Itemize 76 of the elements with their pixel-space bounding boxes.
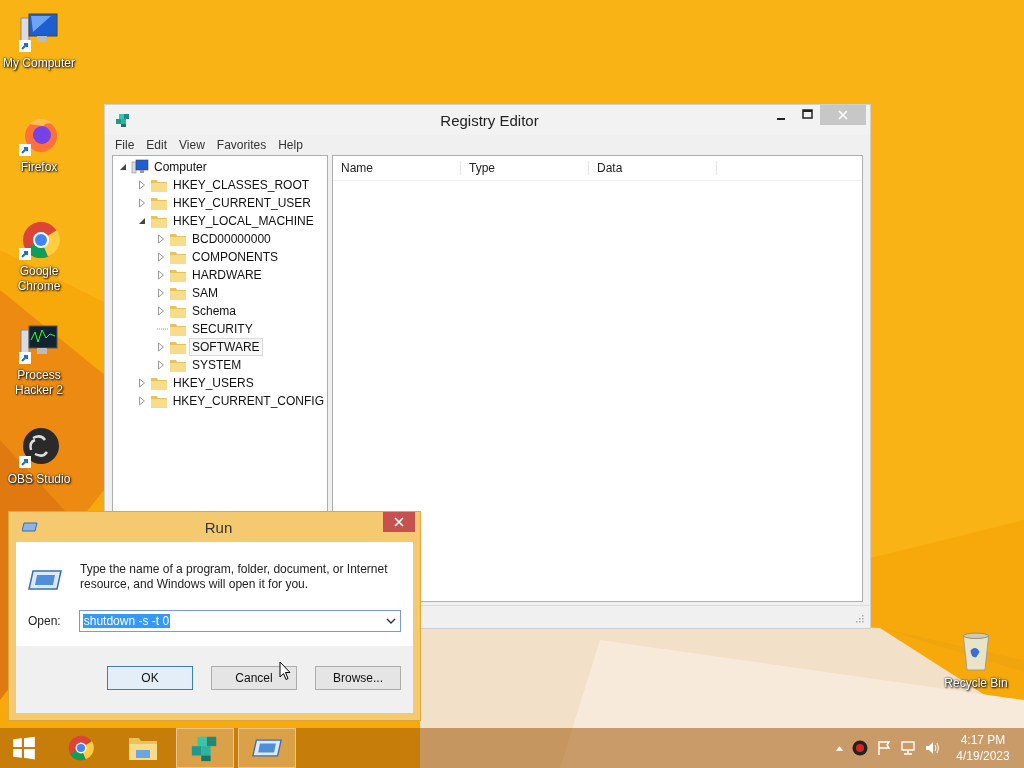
tree-item[interactable]: SECURITY <box>189 320 256 338</box>
expand-icon[interactable] <box>138 198 146 208</box>
tree-item[interactable]: Schema <box>189 302 240 320</box>
clock-time: 4:17 PM <box>960 732 1006 748</box>
tree-item[interactable]: SAM <box>189 284 221 302</box>
clock-date: 4/19/2023 <box>956 748 1010 764</box>
folder-icon <box>150 375 168 391</box>
mouse-cursor-icon <box>279 661 291 681</box>
chrome-icon <box>66 733 96 763</box>
expand-icon[interactable] <box>138 396 146 406</box>
caret-icon[interactable] <box>835 745 844 751</box>
computer-icon <box>131 159 149 175</box>
tree-item[interactable]: SOFTWARE <box>189 338 263 356</box>
folder-icon <box>169 285 187 301</box>
column-header[interactable]: Name <box>333 161 461 175</box>
run-window-icon <box>28 568 62 592</box>
menu-item[interactable]: View <box>173 138 211 152</box>
column-header[interactable]: Data <box>589 161 717 175</box>
network-icon[interactable] <box>900 740 916 756</box>
window-title: Run <box>203 518 234 536</box>
obs-icon[interactable] <box>17 426 61 470</box>
folder-icon <box>169 231 187 247</box>
folder-icon <box>169 249 187 265</box>
taskbar-button[interactable] <box>176 728 234 768</box>
tree-item[interactable]: HKEY_CLASSES_ROOT <box>170 176 313 194</box>
close-icon[interactable] <box>383 512 415 532</box>
tree-item[interactable]: HKEY_LOCAL_MACHINE <box>170 212 317 230</box>
folder-icon <box>169 357 187 373</box>
expand-icon[interactable] <box>157 306 165 316</box>
tree-item[interactable]: COMPONENTS <box>189 248 281 266</box>
windows-logo-icon <box>11 735 37 761</box>
expand-icon[interactable] <box>157 288 165 298</box>
folder-icon <box>149 393 168 409</box>
dialog-button[interactable]: Browse... <box>315 666 401 690</box>
column-header[interactable]: Type <box>461 161 589 175</box>
obs-icon[interactable] <box>852 740 868 756</box>
expand-icon[interactable] <box>157 234 165 244</box>
tree-item[interactable]: BCD00000000 <box>189 230 274 248</box>
tree-item[interactable]: HKEY_CURRENT_USER <box>170 194 315 212</box>
folder-icon <box>169 321 187 337</box>
folder-icon <box>150 213 168 229</box>
monitor-graph-icon[interactable] <box>17 322 61 366</box>
tree-item[interactable]: HKEY_CURRENT_CONFIG <box>169 392 327 410</box>
expand-icon[interactable] <box>157 360 165 370</box>
open-label: Open: <box>28 614 61 628</box>
expand-icon[interactable] <box>138 378 146 388</box>
flag-icon[interactable] <box>876 740 892 756</box>
expand-icon[interactable] <box>157 270 165 280</box>
collapse-icon[interactable] <box>119 162 127 172</box>
dialog-button[interactable]: Cancel <box>211 666 297 690</box>
menu-item[interactable]: Favorites <box>210 138 273 152</box>
taskbar-button[interactable] <box>238 728 296 768</box>
menu-item[interactable]: File <box>109 138 141 152</box>
folder-icon <box>169 267 187 283</box>
collapse-icon[interactable] <box>138 216 146 226</box>
menu-item[interactable]: Edit <box>140 138 174 152</box>
expand-icon[interactable] <box>157 342 165 352</box>
folder-icon <box>150 177 168 193</box>
folder-icon <box>169 303 187 319</box>
tree-item[interactable]: HKEY_USERS <box>170 374 257 392</box>
expand-icon[interactable] <box>157 252 165 262</box>
window-title: Registry Editor <box>439 111 540 129</box>
run-window-icon <box>22 521 38 533</box>
menu-item[interactable]: Help <box>272 138 309 152</box>
dialog-description: Type the name of a program, folder, document, or Internet resource, and Windows will open it for you. <box>80 562 389 592</box>
volume-icon[interactable] <box>924 740 940 756</box>
folder-icon <box>150 195 168 211</box>
computer-icon[interactable] <box>17 10 61 54</box>
tree-item[interactable]: Computer <box>151 158 210 176</box>
dialog-button[interactable]: OK <box>107 666 193 690</box>
tree-item[interactable]: HARDWARE <box>189 266 265 284</box>
tree-item[interactable]: SYSTEM <box>189 356 245 374</box>
resize-grip-icon[interactable] <box>854 613 864 623</box>
folder-icon <box>169 339 187 355</box>
expand-icon[interactable] <box>138 180 146 190</box>
cubes-icon <box>115 112 131 128</box>
